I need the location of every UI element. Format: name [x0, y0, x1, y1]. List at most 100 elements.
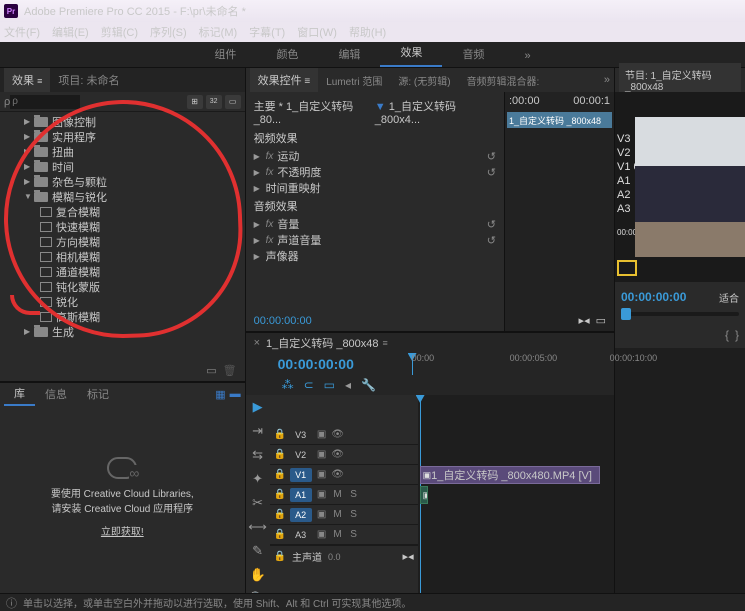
effects-tree-item[interactable]: 通道模糊	[0, 264, 245, 279]
tab-project[interactable]: 项目: 未命名	[50, 68, 127, 92]
tool-rate[interactable]: ✦	[252, 471, 263, 487]
menu-clip[interactable]: 剪辑(C)	[101, 24, 138, 40]
tab-effects[interactable]: 效果 ≡	[4, 68, 50, 92]
effects-tree-item[interactable]: 快速模糊	[0, 219, 245, 234]
grid-view-icon[interactable]: ▬	[230, 388, 241, 401]
effects-search-input[interactable]	[10, 95, 80, 109]
program-scrubber[interactable]	[615, 312, 745, 328]
cloud-icon	[107, 457, 137, 479]
tool-ripple[interactable]: ⇆	[252, 447, 263, 463]
ec-timecode[interactable]: 00:00:00:00	[254, 315, 312, 327]
fx-badge-32[interactable]: 32	[206, 95, 222, 109]
effects-tree-item[interactable]: 高斯模糊	[0, 309, 245, 324]
tool-hand[interactable]: ✋	[250, 567, 266, 583]
track-v3[interactable]: 🔒V3▣👁	[270, 425, 418, 445]
effects-tree-item[interactable]: 钝化蒙版	[0, 279, 245, 294]
effects-tree-item[interactable]: ▶生成	[0, 324, 245, 339]
new-bin-icon[interactable]: ▭	[206, 364, 216, 377]
effects-tree-item[interactable]: ▶扭曲	[0, 144, 245, 159]
effect-row[interactable]: ▶fx声道音量↺	[250, 232, 500, 248]
menu-edit[interactable]: 编辑(E)	[52, 24, 89, 40]
tl-tool-marker[interactable]: ▭	[324, 378, 335, 392]
preset-bin-icon[interactable]: ⊞	[187, 95, 203, 109]
tool-pen[interactable]: ✎	[252, 543, 263, 559]
tab-markers[interactable]: 标记	[77, 383, 119, 405]
ec-mini-ruler[interactable]: :00:0000:00:1	[505, 92, 614, 110]
tab-source[interactable]: 源: (无剪辑)	[390, 69, 458, 92]
fx-badge-yuv[interactable]: ▭	[225, 95, 241, 109]
program-frame	[635, 117, 745, 257]
titlebar: Pr Adobe Premiere Pro CC 2015 - F:\pr\未命…	[0, 0, 745, 22]
tab-lumetri[interactable]: Lumetri 范围	[318, 69, 390, 92]
timeline-extension	[615, 348, 745, 611]
list-view-icon[interactable]: ▦	[215, 388, 225, 401]
effect-row[interactable]: ▶fx音量↺	[250, 216, 500, 232]
menu-marker[interactable]: 标记(M)	[199, 24, 238, 40]
effects-tree-item[interactable]: 锐化	[0, 294, 245, 309]
tab-info[interactable]: 信息	[35, 383, 77, 405]
track-v1[interactable]: 🔒V1▣👁	[270, 465, 418, 485]
workspace-tab-assembly[interactable]: 组件	[194, 41, 256, 67]
effects-tree-item[interactable]: ▶杂色与颗粒	[0, 174, 245, 189]
effects-tree-item[interactable]: ▶实用程序	[0, 129, 245, 144]
effects-tree-item[interactable]: ▼模糊与锐化	[0, 189, 245, 204]
effects-tree-item[interactable]: 方向模糊	[0, 234, 245, 249]
effects-search-row: ρ ⊞ 32 ▭	[0, 92, 245, 112]
ec-mini-clip[interactable]: 1_自定义转码 _800x48	[507, 112, 612, 128]
effect-row[interactable]: ▶时间重映射	[250, 180, 500, 196]
audio-clip[interactable]: ▣	[420, 486, 428, 504]
timeline-sequence-name[interactable]: 1_自定义转码 _800x48	[266, 335, 379, 351]
workspace-tab-audio[interactable]: 音频	[442, 41, 504, 67]
ec-seq-name[interactable]: ▼ 1_自定义转码 _800x4...	[375, 98, 496, 126]
tool-slip[interactable]: ⟷	[248, 519, 267, 535]
tab-audio-mixer[interactable]: 音频剪辑混合器:	[459, 69, 548, 92]
effects-tree-item[interactable]: 相机模糊	[0, 249, 245, 264]
tl-tool-settings[interactable]: ◂	[345, 378, 351, 392]
workspace-tab-color[interactable]: 颜色	[256, 41, 318, 67]
timeline-tracks[interactable]: ▣ 1_自定义转码 _800x480.MP4 [V] ▣	[418, 395, 614, 611]
library-get-link[interactable]: 立即获取!	[101, 523, 144, 538]
tl-tool-link[interactable]: ⊂	[304, 378, 314, 392]
ec-icon-2[interactable]: ▭	[596, 314, 606, 327]
effects-tree-item[interactable]: ▶图像控制	[0, 114, 245, 129]
prog-icon-1[interactable]: {	[725, 328, 729, 348]
menu-file[interactable]: 文件(F)	[4, 24, 40, 40]
tool-selection[interactable]: ▶	[253, 399, 263, 415]
menu-help[interactable]: 帮助(H)	[349, 24, 386, 40]
timeline-ruler[interactable]: 00:00 00:00:05:00 00:00:10:00	[410, 353, 614, 375]
menu-window[interactable]: 窗口(W)	[297, 24, 337, 40]
library-panel: 库 信息 标记 ▦ ▬ 要使用 Creative Cloud Libraries…	[0, 381, 245, 611]
tl-tool-snap[interactable]: ⁂	[282, 378, 294, 392]
effects-tree-item[interactable]: ▶时间	[0, 159, 245, 174]
ec-icon-1[interactable]: ▸◂	[579, 314, 590, 327]
workspace-tab-effects[interactable]: 效果	[380, 39, 442, 67]
track-master[interactable]: 🔒主声道0.0▸◂	[270, 545, 418, 567]
program-fit[interactable]: 适合	[719, 290, 739, 305]
track-a1[interactable]: 🔒A1▣MS	[270, 485, 418, 505]
tool-razor[interactable]: ✂	[252, 495, 263, 511]
timeline-timecode[interactable]: 00:00:00:00	[270, 356, 410, 372]
video-clip[interactable]: ▣ 1_自定义转码 _800x480.MP4 [V]	[420, 466, 600, 484]
menu-sequence[interactable]: 序列(S)	[150, 24, 187, 40]
workspace-tab-edit[interactable]: 编辑	[318, 41, 380, 67]
effect-row[interactable]: ▶fx不透明度↺	[250, 164, 500, 180]
effects-tree-item[interactable]: 复合模糊	[0, 204, 245, 219]
effect-row[interactable]: ▶声像器	[250, 248, 500, 264]
tab-effect-controls[interactable]: 效果控件 ≡	[250, 68, 319, 92]
program-timecode[interactable]: 00:00:00:00	[621, 290, 686, 304]
program-viewport[interactable]: V3 V2 V1 00:00:00:00 A1 A2 A3 00:00:00:0…	[615, 92, 745, 282]
tl-tool-wrench[interactable]: 🔧	[361, 378, 376, 392]
delete-icon[interactable]: 🗑	[223, 364, 237, 377]
track-a2[interactable]: 🔒A2▣MS	[270, 505, 418, 525]
effect-row[interactable]: ▶fx运动↺	[250, 148, 500, 164]
tool-track-select[interactable]: ⇥	[252, 423, 263, 439]
prog-icon-2[interactable]: }	[735, 328, 739, 348]
menu-title[interactable]: 字幕(T)	[249, 24, 285, 40]
track-a3[interactable]: 🔒A3▣MS	[270, 525, 418, 545]
workspace-overflow[interactable]: »	[504, 45, 550, 67]
seq-menu-icon[interactable]: ≡	[383, 338, 388, 348]
window-title: Adobe Premiere Pro CC 2015 - F:\pr\未命名 *	[24, 3, 246, 19]
track-v2[interactable]: 🔒V2▣👁	[270, 445, 418, 465]
tab-library[interactable]: 库	[4, 382, 35, 406]
program-monitor: 节目: 1_自定义转码 _800x48 V3 V2 V1 00:00:00:00…	[615, 68, 745, 348]
